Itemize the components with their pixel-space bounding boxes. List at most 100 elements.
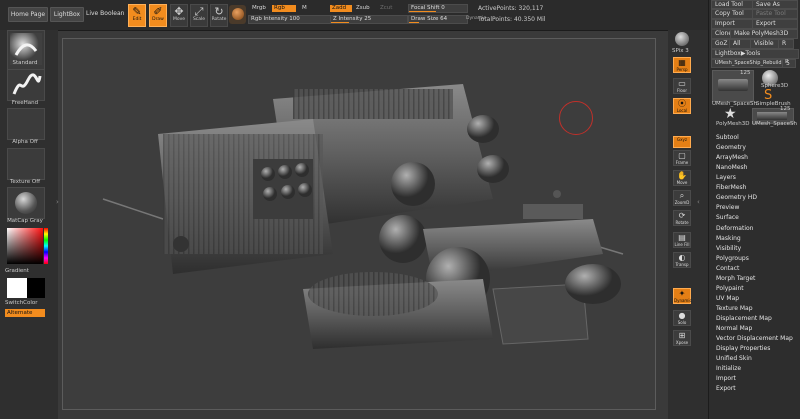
floor-button[interactable]: ▭ Floor	[673, 78, 691, 94]
draw-size-slider[interactable]: Draw Size 64	[408, 15, 468, 24]
line-fill-button[interactable]: ▤ Line Fill	[673, 232, 691, 248]
live-boolean-button[interactable]: Live Boolean	[86, 10, 124, 17]
menu-nanomesh[interactable]: NanoMesh	[716, 164, 747, 171]
alternate-button[interactable]: Alternate	[5, 309, 45, 317]
load-tool-button[interactable]: Load Tool	[711, 0, 757, 9]
material-swatch-button[interactable]	[229, 5, 246, 24]
dynamic-view-button[interactable]: ✦ Dynamic	[673, 288, 692, 304]
paste-tool-button[interactable]: Paste Tool	[752, 9, 798, 19]
menu-surface[interactable]: Surface	[716, 214, 739, 221]
main-color-swatch[interactable]	[7, 278, 27, 298]
solo-button[interactable]: ● Solo	[673, 310, 691, 326]
collapse-arrow-icon[interactable]: ‹	[697, 198, 700, 206]
menu-normal-map[interactable]: Normal Map	[716, 325, 752, 332]
menu-texture-map[interactable]: Texture Map	[716, 305, 753, 312]
menu-vector-displacement-map[interactable]: Vector Displacement Map	[716, 335, 793, 342]
polymesh-star-icon[interactable]: ★	[724, 107, 737, 121]
move-tool-button[interactable]: ✥ Move	[170, 4, 188, 27]
lightbox-tools-button[interactable]: Lightbox▶Tools	[711, 49, 799, 59]
menu-unified-skin[interactable]: Unified Skin	[716, 355, 752, 362]
tool-r-button[interactable]: R	[785, 59, 789, 65]
zcut-toggle[interactable]: Zcut	[378, 5, 394, 12]
alpha-button[interactable]	[7, 108, 45, 140]
frame-button[interactable]: ▢ Frame	[673, 150, 691, 166]
rgb-intensity-slider[interactable]: Rgb Intensity 100	[248, 15, 334, 24]
menu-geometry-hd[interactable]: Geometry HD	[716, 194, 757, 201]
alpha-name: Alpha Off	[12, 139, 38, 145]
make-polymesh-button[interactable]: Make PolyMesh3D	[730, 29, 798, 39]
menu-arraymesh[interactable]: ArrayMesh	[716, 154, 748, 161]
m-toggle[interactable]: M	[300, 5, 309, 12]
menu-subtool[interactable]: Subtool	[716, 134, 739, 141]
gradient-label[interactable]: Gradient	[5, 268, 29, 274]
menu-morph-target[interactable]: Morph Target	[716, 275, 755, 282]
mrgb-toggle[interactable]: Mrgb	[250, 5, 268, 12]
scale-tool-button[interactable]: ⤢ Scale	[190, 4, 208, 27]
focal-shift-slider[interactable]: Focal Shift 0	[408, 4, 468, 13]
spaceship-model	[102, 84, 624, 349]
z-intensity-slider[interactable]: Z Intensity 25	[330, 15, 408, 24]
texture-button[interactable]	[7, 148, 45, 180]
zoom-button[interactable]: ⌕ ZoomD	[673, 190, 691, 206]
frame-icon: ▢	[678, 151, 686, 160]
export-tool-button[interactable]: Export	[752, 19, 798, 29]
gxyz-button[interactable]: Gxyz	[673, 136, 691, 148]
local-button[interactable]: ⦿ Local	[673, 98, 691, 114]
expand-arrow-icon[interactable]: ›	[56, 198, 59, 206]
move-view-button[interactable]: ✋ Move	[673, 170, 691, 186]
top-toolbar: Home Page LightBox Live Boolean ✎ Edit ✐ D…	[0, 0, 708, 31]
spix-readout[interactable]: SPix 3	[672, 48, 689, 54]
solo-icon: ●	[678, 311, 686, 320]
rotate-view-button[interactable]: ⟳ Rotate	[673, 210, 691, 226]
transp-button[interactable]: ◐ Transp	[673, 252, 691, 268]
menu-contact[interactable]: Contact	[716, 265, 739, 272]
total-points-readout: TotalPoints: 40.350 Mil	[478, 16, 546, 23]
draw-tool-button[interactable]: ✐ Draw	[149, 4, 167, 27]
stroke-name: FreeHand	[11, 100, 39, 106]
menu-displacement-map[interactable]: Displacement Map	[716, 315, 772, 322]
xpose-button[interactable]: ⊞ Xpose	[673, 330, 691, 346]
persp-button[interactable]: ▦ Persp	[673, 57, 691, 73]
menu-uv-map[interactable]: UV Map	[716, 295, 739, 302]
zadd-toggle[interactable]: Zadd	[330, 5, 352, 12]
bpr-sphere-icon[interactable]	[675, 32, 689, 46]
material-button[interactable]	[7, 187, 45, 219]
rgb-toggle[interactable]: Rgb	[272, 5, 296, 12]
xpose-icon: ⊞	[678, 331, 686, 340]
stroke-button[interactable]	[7, 69, 45, 101]
save-as-button[interactable]: Save As	[752, 0, 798, 9]
menu-visibility[interactable]: Visibility	[716, 245, 741, 252]
goz-r-button[interactable]: R	[778, 39, 794, 49]
menu-layers[interactable]: Layers	[716, 174, 736, 181]
color-picker[interactable]	[7, 228, 43, 264]
copy-tool-button[interactable]: Copy Tool	[711, 9, 757, 19]
edit-tool-button[interactable]: ✎ Edit	[128, 4, 146, 27]
hue-strip[interactable]	[44, 228, 48, 264]
menu-polygroups[interactable]: Polygroups	[716, 255, 749, 262]
menu-display-properties[interactable]: Display Properties	[716, 345, 770, 352]
menu-initialize[interactable]: Initialize	[716, 365, 741, 372]
current-tool-selector[interactable]: UMesh_SpaceShip_Rebuild	[711, 59, 789, 68]
zsub-toggle[interactable]: Zsub	[354, 5, 372, 12]
switch-color-button[interactable]: SwitchColor	[5, 300, 38, 306]
brush-name: Standard	[12, 60, 38, 66]
menu-preview[interactable]: Preview	[716, 204, 739, 211]
menu-fibermesh[interactable]: FiberMesh	[716, 184, 746, 191]
lightbox-button[interactable]: LightBox	[50, 7, 84, 22]
axis-icon: Gxyz	[677, 137, 687, 142]
import-tool-button[interactable]: Import	[711, 19, 757, 29]
secondary-color-swatch[interactable]	[27, 278, 45, 298]
menu-export[interactable]: Export	[716, 385, 736, 392]
menu-deformation[interactable]: Deformation	[716, 225, 753, 232]
move-icon: ✋	[677, 171, 687, 180]
line-fill-icon: ▤	[678, 233, 686, 242]
freehand-stroke-icon	[12, 73, 42, 95]
rotate-tool-button[interactable]: ↻ Rotate	[210, 4, 228, 27]
texture-name: Texture Off	[9, 179, 40, 185]
menu-geometry[interactable]: Geometry	[716, 144, 746, 151]
menu-masking[interactable]: Masking	[716, 235, 741, 242]
menu-polypaint[interactable]: Polypaint	[716, 285, 744, 292]
home-page-button[interactable]: Home Page	[8, 7, 48, 22]
viewport-canvas[interactable]	[62, 38, 656, 410]
menu-import[interactable]: Import	[716, 375, 736, 382]
